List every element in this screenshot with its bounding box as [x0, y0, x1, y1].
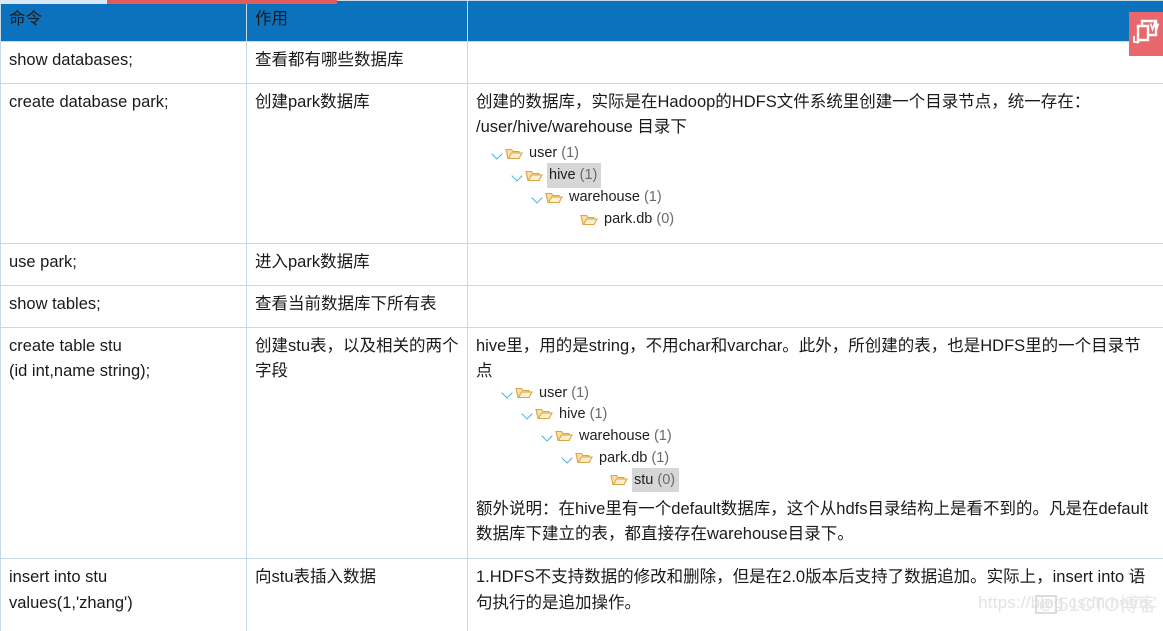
- cell-notes: [467, 284, 1163, 328]
- table-row: show tables; 查看当前数据库下所有表: [0, 284, 1163, 328]
- cell-notes: hive里，用的是string，不用char和varchar。此外，所创建的表，…: [467, 326, 1163, 559]
- cell-notes: 1.HDFS不支持数据的修改和删除，但是在2.0版本后支持了数据追加。实际上，i…: [467, 557, 1163, 631]
- word-document-icon[interactable]: [1129, 12, 1163, 56]
- note-paragraph-extra: 额外说明：在hive里有一个default数据库，这个从hdfs目录结构上是看不…: [476, 499, 1149, 544]
- folder-icon: [575, 450, 593, 465]
- table-row: show databases; 查看都有哪些数据库: [0, 40, 1163, 84]
- folder-icon: [515, 385, 533, 400]
- table-row: insert into stu values(1,'zhang') 向stu表插…: [0, 557, 1163, 631]
- column-header-effect: 作用: [246, 0, 468, 42]
- cell-command: use park;: [0, 242, 247, 286]
- cell-notes: [467, 242, 1163, 286]
- cell-effect: 创建park数据库: [246, 82, 468, 244]
- column-header-command: 命令: [0, 0, 247, 42]
- chevron-placeholder: [565, 212, 580, 227]
- cell-effect: 进入park数据库: [246, 242, 468, 286]
- tree-node-label: warehouse (1): [569, 189, 662, 206]
- table-row: create database park; 创建park数据库 创建的数据库，实…: [0, 82, 1163, 244]
- cell-effect: 查看当前数据库下所有表: [246, 284, 468, 328]
- note-paragraph: 1.HDFS不支持数据的修改和删除，但是在2.0版本后支持了数据追加。实际上，i…: [476, 567, 1146, 612]
- tree-node[interactable]: user (1): [476, 143, 1155, 165]
- cell-command: show databases;: [0, 40, 247, 84]
- cell-command: show tables;: [0, 284, 247, 328]
- chevron-placeholder: [595, 472, 610, 487]
- tree-node-label: stu (0): [632, 467, 680, 493]
- table-row: create table stu (id int,name string); 创…: [0, 326, 1163, 559]
- tree-node[interactable]: warehouse (1): [476, 425, 1155, 447]
- cell-notes: [467, 40, 1163, 84]
- document-page: 命令 作用 show databases; 查看都有哪些数据库 create d…: [0, 0, 1163, 631]
- tree-node[interactable]: park.db (1): [476, 447, 1155, 469]
- hdfs-directory-tree: user (1) hive (1) warehouse (1) park.db …: [476, 383, 1155, 493]
- cell-command: create database park;: [0, 82, 247, 244]
- table-body: show databases; 查看都有哪些数据库 create databas…: [0, 40, 1163, 631]
- tree-node-label: user (1): [529, 145, 579, 162]
- table-header: 命令 作用: [0, 0, 1163, 42]
- tree-node[interactable]: stu (0): [476, 467, 1155, 493]
- chevron-down-icon[interactable]: [560, 450, 575, 465]
- tree-node[interactable]: warehouse (1): [476, 187, 1155, 209]
- note-paragraph: 创建的数据库，实际是在Hadoop的HDFS文件系统里创建一个目录节点，统一存在…: [476, 92, 1091, 137]
- folder-icon: [525, 168, 543, 183]
- table-header-row: 命令 作用: [0, 0, 1163, 42]
- hdfs-directory-tree: user (1) hive (1) warehouse (1) park.db …: [476, 143, 1155, 231]
- chevron-down-icon[interactable]: [500, 385, 515, 400]
- top-edge-strip-red: [107, 0, 337, 4]
- note-paragraph: hive里，用的是string，不用char和varchar。此外，所创建的表，…: [476, 336, 1141, 381]
- tree-node-label: park.db (1): [599, 449, 670, 466]
- cell-effect: 查看都有哪些数据库: [246, 40, 468, 84]
- cell-notes: 创建的数据库，实际是在Hadoop的HDFS文件系统里创建一个目录节点，统一存在…: [467, 82, 1163, 244]
- folder-icon: [580, 212, 598, 227]
- folder-icon: [545, 190, 563, 205]
- top-edge-strip-left: [0, 0, 107, 4]
- tree-node-label: hive (1): [547, 163, 602, 188]
- chevron-down-icon[interactable]: [540, 428, 555, 443]
- tree-node-label: hive (1): [559, 405, 608, 422]
- chevron-down-icon[interactable]: [520, 406, 535, 421]
- tree-node[interactable]: hive (1): [476, 163, 1155, 188]
- tree-node-label: user (1): [539, 384, 589, 401]
- cell-command: insert into stu values(1,'zhang'): [0, 557, 247, 631]
- chevron-down-icon[interactable]: [530, 190, 545, 205]
- cell-effect: 向stu表插入数据: [246, 557, 468, 631]
- tree-node[interactable]: hive (1): [476, 403, 1155, 425]
- tree-node[interactable]: user (1): [476, 383, 1155, 403]
- column-header-notes: [467, 0, 1163, 42]
- folder-icon: [505, 146, 523, 161]
- cell-command: create table stu (id int,name string);: [0, 326, 247, 559]
- chevron-down-icon[interactable]: [490, 146, 505, 161]
- folder-icon: [610, 472, 628, 487]
- tree-node-label: warehouse (1): [579, 427, 672, 444]
- tree-node-label: park.db (0): [604, 211, 675, 228]
- folder-icon: [535, 406, 553, 421]
- hive-command-table: 命令 作用 show databases; 查看都有哪些数据库 create d…: [0, 0, 1163, 631]
- tree-node[interactable]: park.db (0): [476, 209, 1155, 231]
- chevron-down-icon[interactable]: [510, 168, 525, 183]
- cell-effect: 创建stu表，以及相关的两个字段: [246, 326, 468, 559]
- folder-icon: [555, 428, 573, 443]
- table-row: use park; 进入park数据库: [0, 242, 1163, 286]
